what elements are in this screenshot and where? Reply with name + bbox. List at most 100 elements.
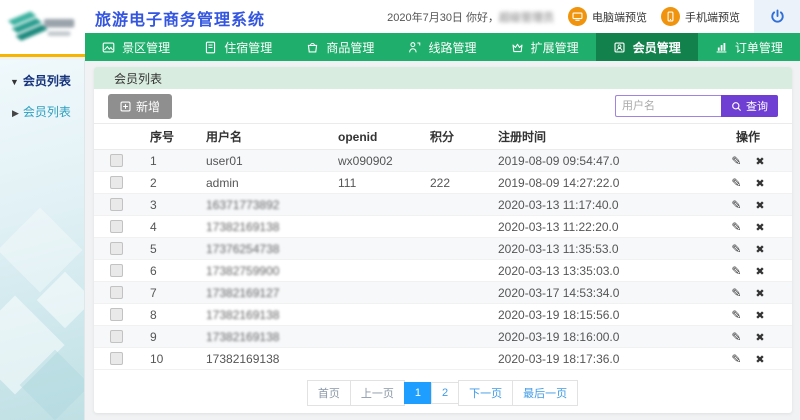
table-row: 8173821691382020-03-19 18:15:56.0✎✖	[94, 304, 792, 326]
row-username: 17382169138	[196, 216, 328, 238]
row-checkbox[interactable]	[110, 352, 123, 365]
table-row: 1user01wx0909022019-08-09 09:54:47.0✎✖	[94, 150, 792, 172]
app-logo	[0, 0, 85, 57]
row-openid: wx090902	[328, 150, 420, 172]
table-row: 2admin1112222019-08-09 14:27:22.0✎✖	[94, 172, 792, 194]
pagination-next[interactable]: 下一页	[458, 380, 513, 406]
table-row: 3163717738922020-03-13 11:17:40.0✎✖	[94, 194, 792, 216]
row-no: 9	[140, 326, 196, 348]
main-content: 会员列表 新增 查询 序号	[86, 61, 800, 420]
row-checkbox[interactable]	[110, 176, 123, 189]
edit-icon[interactable]: ✎	[731, 330, 741, 344]
delete-icon[interactable]: ✖	[755, 331, 764, 344]
delete-icon[interactable]: ✖	[755, 353, 764, 366]
mobile-preview-label: 手机端预览	[685, 9, 740, 25]
logout-button[interactable]	[754, 0, 800, 33]
delete-icon[interactable]: ✖	[755, 243, 764, 256]
row-points	[420, 260, 488, 282]
row-checkbox[interactable]	[110, 242, 123, 255]
row-checkbox[interactable]	[110, 220, 123, 233]
row-reg-time: 2020-03-17 14:53:34.0	[488, 282, 704, 304]
goods-icon	[306, 41, 319, 54]
pc-preview-label: 电脑端预览	[592, 9, 647, 25]
nav-label: 会员管理	[633, 39, 681, 56]
delete-icon[interactable]: ✖	[755, 309, 764, 322]
sidebar-group-member-list[interactable]: ▼会员列表	[0, 60, 84, 89]
row-checkbox[interactable]	[110, 308, 123, 321]
delete-icon[interactable]: ✖	[755, 155, 764, 168]
row-points	[420, 304, 488, 326]
header-reg-time: 注册时间	[488, 124, 704, 150]
nav-item-order[interactable]: 订单管理	[698, 33, 800, 61]
delete-icon[interactable]: ✖	[755, 177, 764, 190]
member-icon	[613, 41, 626, 54]
delete-icon[interactable]: ✖	[755, 199, 764, 212]
edit-icon[interactable]: ✎	[731, 154, 741, 168]
search-input[interactable]	[615, 95, 721, 117]
delete-icon[interactable]: ✖	[755, 265, 764, 278]
edit-icon[interactable]: ✎	[731, 242, 741, 256]
order-icon	[715, 41, 728, 54]
edit-icon[interactable]: ✎	[731, 264, 741, 278]
page-title: 旅游电子商务管理系统	[95, 6, 265, 30]
row-openid	[328, 348, 420, 370]
sidebar-item-member-list[interactable]: ▶会员列表	[0, 89, 84, 120]
sidebar-item-label: 会员列表	[23, 105, 71, 119]
add-button[interactable]: 新增	[108, 94, 172, 119]
add-button-label: 新增	[136, 98, 160, 115]
edit-icon[interactable]: ✎	[731, 308, 741, 322]
row-no: 8	[140, 304, 196, 326]
row-no: 10	[140, 348, 196, 370]
lodging-icon	[204, 41, 217, 54]
delete-icon[interactable]: ✖	[755, 221, 764, 234]
row-openid	[328, 304, 420, 326]
member-table: 序号 用户名 openid 积分 注册时间 操作 1user01wx090902…	[94, 123, 792, 370]
row-no: 4	[140, 216, 196, 238]
table-header-row: 序号 用户名 openid 积分 注册时间 操作	[94, 124, 792, 150]
pagination-prev[interactable]: 上一页	[350, 380, 405, 406]
nav-item-lodging[interactable]: 住宿管理	[187, 33, 289, 61]
nav-label: 住宿管理	[224, 39, 272, 56]
chevron-down-icon: ▼	[10, 77, 19, 87]
pagination-page-2[interactable]: 2	[431, 382, 459, 404]
edit-icon[interactable]: ✎	[731, 286, 741, 300]
row-openid	[328, 238, 420, 260]
row-checkbox[interactable]	[110, 264, 123, 277]
row-reg-time: 2020-03-13 11:35:53.0	[488, 238, 704, 260]
row-no: 7	[140, 282, 196, 304]
search-icon	[731, 101, 742, 112]
row-username: 17382169127	[196, 282, 328, 304]
nav-item-route[interactable]: 线路管理	[391, 33, 493, 61]
mobile-preview-button[interactable]: 手机端预览	[661, 7, 740, 26]
row-checkbox[interactable]	[110, 286, 123, 299]
nav-item-extension[interactable]: 扩展管理	[494, 33, 596, 61]
extension-icon	[511, 41, 524, 54]
nav-item-goods[interactable]: 商品管理	[289, 33, 391, 61]
row-points	[420, 216, 488, 238]
header-username: 用户名	[196, 124, 328, 150]
edit-icon[interactable]: ✎	[731, 352, 741, 366]
edit-icon[interactable]: ✎	[731, 198, 741, 212]
row-openid	[328, 326, 420, 348]
row-openid	[328, 260, 420, 282]
breadcrumb-label: 会员列表	[114, 70, 162, 87]
pagination-page-1[interactable]: 1	[404, 382, 432, 404]
pagination-first[interactable]: 首页	[307, 380, 351, 406]
row-reg-time: 2020-03-13 11:22:20.0	[488, 216, 704, 238]
row-checkbox[interactable]	[110, 330, 123, 343]
nav-label: 商品管理	[326, 39, 374, 56]
pc-preview-button[interactable]: 电脑端预览	[568, 7, 647, 26]
scenic-icon	[102, 41, 115, 54]
delete-icon[interactable]: ✖	[755, 287, 764, 300]
row-reg-time: 2020-03-13 13:35:03.0	[488, 260, 704, 282]
pagination-last[interactable]: 最后一页	[512, 380, 578, 406]
nav-item-member[interactable]: 会员管理	[596, 33, 698, 61]
edit-icon[interactable]: ✎	[731, 176, 741, 190]
row-reg-time: 2020-03-19 18:16:00.0	[488, 326, 704, 348]
search-button[interactable]: 查询	[721, 95, 778, 117]
nav-item-scenic[interactable]: 景区管理	[85, 33, 187, 61]
row-username: user01	[196, 150, 328, 172]
row-checkbox[interactable]	[110, 198, 123, 211]
row-checkbox[interactable]	[110, 154, 123, 167]
edit-icon[interactable]: ✎	[731, 220, 741, 234]
